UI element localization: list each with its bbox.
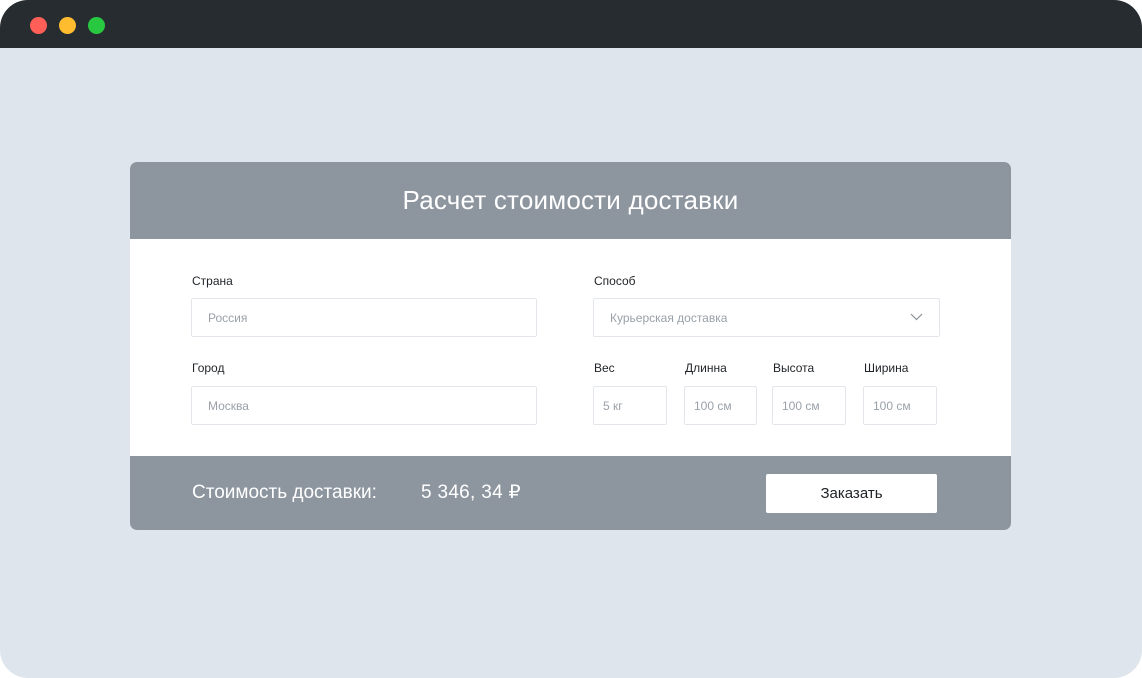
city-label: Город xyxy=(192,361,225,375)
country-label: Страна xyxy=(192,274,233,288)
length-value: 100 см xyxy=(694,398,732,413)
browser-window: Расчет стоимости доставки Страна Россия … xyxy=(0,0,1142,678)
card-footer: Стоимость доставки: 5 346, 34 ₽ Заказать xyxy=(130,456,1011,530)
maximize-window-button[interactable] xyxy=(88,17,105,34)
weight-input[interactable]: 5 кг xyxy=(593,386,667,425)
card-body: Страна Россия Город Москва Способ Курьер… xyxy=(130,239,1011,456)
delivery-calculator-card: Расчет стоимости доставки Страна Россия … xyxy=(130,162,1011,530)
minimize-window-button[interactable] xyxy=(59,17,76,34)
country-input[interactable]: Россия xyxy=(191,298,537,337)
chevron-down-icon[interactable] xyxy=(910,313,923,321)
card-header: Расчет стоимости доставки xyxy=(130,162,1011,239)
height-value: 100 см xyxy=(782,398,820,413)
country-value: Россия xyxy=(208,310,248,325)
method-select[interactable]: Курьерская доставка xyxy=(593,298,940,337)
height-label: Высота xyxy=(773,361,815,375)
city-value: Москва xyxy=(208,398,249,413)
order-button[interactable]: Заказать xyxy=(766,474,937,513)
delivery-cost-label: Стоимость доставки: xyxy=(192,482,377,503)
weight-value: 5 кг xyxy=(603,398,623,413)
method-label: Способ xyxy=(594,274,636,288)
height-input[interactable]: 100 см xyxy=(772,386,846,425)
width-input[interactable]: 100 см xyxy=(863,386,937,425)
delivery-cost-value: 5 346, 34 ₽ xyxy=(421,482,521,503)
length-input[interactable]: 100 см xyxy=(684,386,757,425)
city-input[interactable]: Москва xyxy=(191,386,537,425)
width-label: Ширина xyxy=(864,361,909,375)
page-title: Расчет стоимости доставки xyxy=(402,185,739,215)
weight-label: Вес xyxy=(594,361,615,375)
close-window-button[interactable] xyxy=(30,17,47,34)
length-label: Длинна xyxy=(685,361,727,375)
method-value: Курьерская доставка xyxy=(610,310,728,325)
window-titlebar xyxy=(0,0,1142,48)
width-value: 100 см xyxy=(873,398,911,413)
